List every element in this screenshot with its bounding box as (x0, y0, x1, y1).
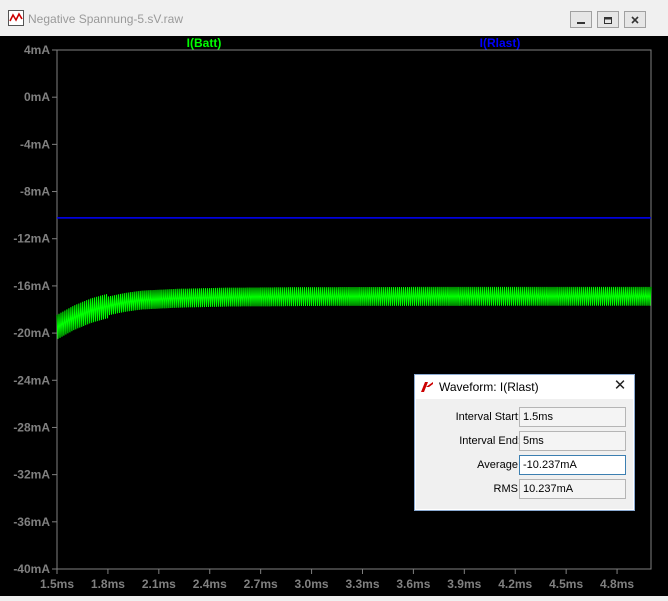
x-tick-label: 2.1ms (142, 577, 176, 591)
title-bar: Negative Spannung-5.sV.raw (0, 0, 668, 36)
close-window-button[interactable] (624, 11, 646, 28)
minimize-button[interactable] (570, 11, 592, 28)
y-tick-label: -24mA (13, 373, 50, 387)
dialog-title: Waveform: I(Rlast) (439, 380, 539, 394)
x-tick-label: 2.4ms (193, 577, 227, 591)
x-tick-label: 2.7ms (244, 577, 278, 591)
rms-label: RMS: (493, 483, 522, 495)
y-tick-label: 0mA (24, 90, 50, 104)
average-field[interactable]: -10.237mA (519, 455, 626, 475)
y-tick-label: -12mA (13, 232, 50, 246)
x-tick-label: 4.8ms (600, 577, 634, 591)
dialog-title-bar: Waveform: I(Rlast) ✕ (415, 375, 634, 399)
y-tick-label: -40mA (13, 562, 50, 576)
rms-row: RMS: 10.237mA (416, 479, 633, 501)
series-i-batt (56, 286, 652, 339)
window-title: Negative Spannung-5.sV.raw (28, 12, 183, 26)
y-tick-label: -36mA (13, 515, 50, 529)
y-tick-label: -4mA (20, 137, 50, 151)
x-tick-label: 4.2ms (498, 577, 532, 591)
waveform-dialog: Waveform: I(Rlast) ✕ Interval Start: 1.5… (414, 374, 635, 511)
dialog-close-button[interactable]: ✕ (612, 378, 628, 394)
lt-logo-icon (421, 382, 433, 392)
x-tick-label: 3.9ms (447, 577, 481, 591)
interval-start-field[interactable]: 1.5ms (519, 407, 626, 427)
restore-icon (604, 16, 612, 24)
rms-field[interactable]: 10.237mA (519, 479, 626, 499)
y-tick-label: 4mA (24, 43, 50, 57)
x-tick-label: 3.3ms (345, 577, 379, 591)
x-axis-ticks: 1.5ms 1.8ms 2.1ms 2.4ms 2.7ms 3.0ms 3.3ms 3.6ms… (40, 569, 634, 591)
y-tick-label: -32mA (13, 468, 50, 482)
close-icon (631, 15, 639, 24)
interval-end-label: Interval End: (459, 435, 521, 447)
interval-end-field[interactable]: 5ms (519, 431, 626, 451)
y-tick-label: -16mA (13, 279, 50, 293)
ltspice-waveform-icon (8, 10, 24, 26)
y-axis-ticks: 4mA 0mA -4mA -8mA -12mA -16mA -20mA -24mA -28mA -… (13, 43, 57, 576)
x-tick-label: 3.0ms (295, 577, 329, 591)
waveform-plot[interactable]: I(Batt) I(Rlast) 4mA 0mA -4mA -8mA -12mA -16m… (0, 36, 668, 596)
y-tick-label: -20mA (13, 326, 50, 340)
y-tick-label: -8mA (20, 185, 50, 199)
interval-end-row: Interval End: 5ms (416, 431, 633, 453)
x-tick-label: 4.5ms (549, 577, 583, 591)
x-tick-label: 1.8ms (91, 577, 125, 591)
legend-i-rlast[interactable]: I(Rlast) (480, 36, 521, 50)
average-label: Average: (477, 459, 521, 471)
average-row: Average: -10.237mA (416, 455, 633, 477)
minimize-icon (577, 21, 585, 24)
x-tick-label: 3.6ms (396, 577, 430, 591)
waveform-pane[interactable]: I(Batt) I(Rlast) 4mA 0mA -4mA -8mA -12mA -16m… (0, 36, 668, 596)
traces (56, 217, 652, 339)
interval-start-row: Interval Start: 1.5ms (416, 407, 633, 429)
dialog-body: Interval Start: 1.5ms Interval End: 5ms … (416, 399, 633, 509)
legend-i-batt[interactable]: I(Batt) (187, 36, 222, 50)
maximize-button[interactable] (597, 11, 619, 28)
y-tick-label: -28mA (13, 420, 50, 434)
interval-start-label: Interval Start: (455, 411, 521, 423)
x-tick-label: 1.5ms (40, 577, 74, 591)
